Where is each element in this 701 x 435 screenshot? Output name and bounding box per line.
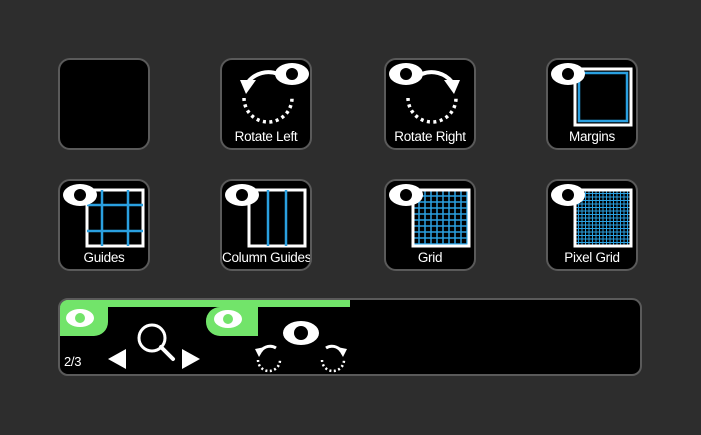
rotate-view-icon — [255, 321, 347, 373]
grid-label: Grid — [417, 250, 443, 265]
rotate-right-button[interactable]: Rotate Right — [384, 58, 476, 150]
dial-strip[interactable]: 2/3 — [58, 298, 642, 376]
column-guides-button[interactable]: Column Guides — [220, 179, 312, 271]
column-guides-label: Column Guides — [222, 250, 312, 265]
grid-button[interactable]: Grid — [384, 179, 476, 271]
rotate-left-label: Rotate Left — [234, 129, 298, 144]
margins-label: Margins — [569, 129, 615, 144]
magnifier-icon — [137, 323, 175, 361]
pixel-grid-button[interactable]: Pixel Grid — [546, 179, 638, 271]
stream-deck-panel: Rotate Left Rotate Right Margins Guides … — [0, 0, 701, 435]
page-indicator: 2/3 — [64, 354, 82, 369]
eye-tab-icon — [60, 300, 108, 336]
arrow-left-icon[interactable] — [106, 348, 128, 370]
guides-button[interactable]: Guides — [58, 179, 150, 271]
rotate-left-button[interactable]: Rotate Left — [220, 58, 312, 150]
guides-label: Guides — [83, 250, 125, 265]
empty-key[interactable] — [58, 58, 150, 150]
rotate-right-label: Rotate Right — [394, 129, 466, 144]
arrow-right-icon[interactable] — [180, 348, 202, 370]
margins-button[interactable]: Margins — [546, 58, 638, 150]
pixel-grid-label: Pixel Grid — [564, 250, 620, 265]
